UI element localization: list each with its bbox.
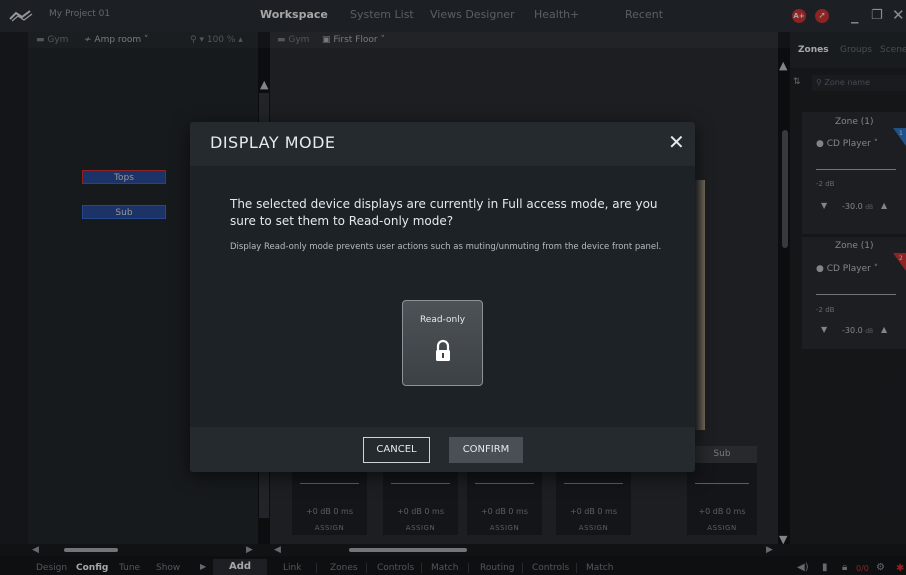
- read-only-label: Read-only: [419, 315, 466, 325]
- cancel-button[interactable]: CANCEL: [363, 437, 430, 463]
- dialog-message: The selected device displays are current…: [230, 197, 658, 228]
- dialog-footer: [190, 427, 695, 472]
- lock-icon: [436, 339, 450, 361]
- close-icon[interactable]: ✕: [668, 130, 685, 154]
- dialog-title: DISPLAY MODE: [210, 133, 336, 152]
- display-mode-dialog: [190, 122, 695, 472]
- confirm-button[interactable]: CONFIRM: [449, 437, 523, 463]
- dialog-detail: Display Read-only mode prevents user act…: [230, 242, 662, 252]
